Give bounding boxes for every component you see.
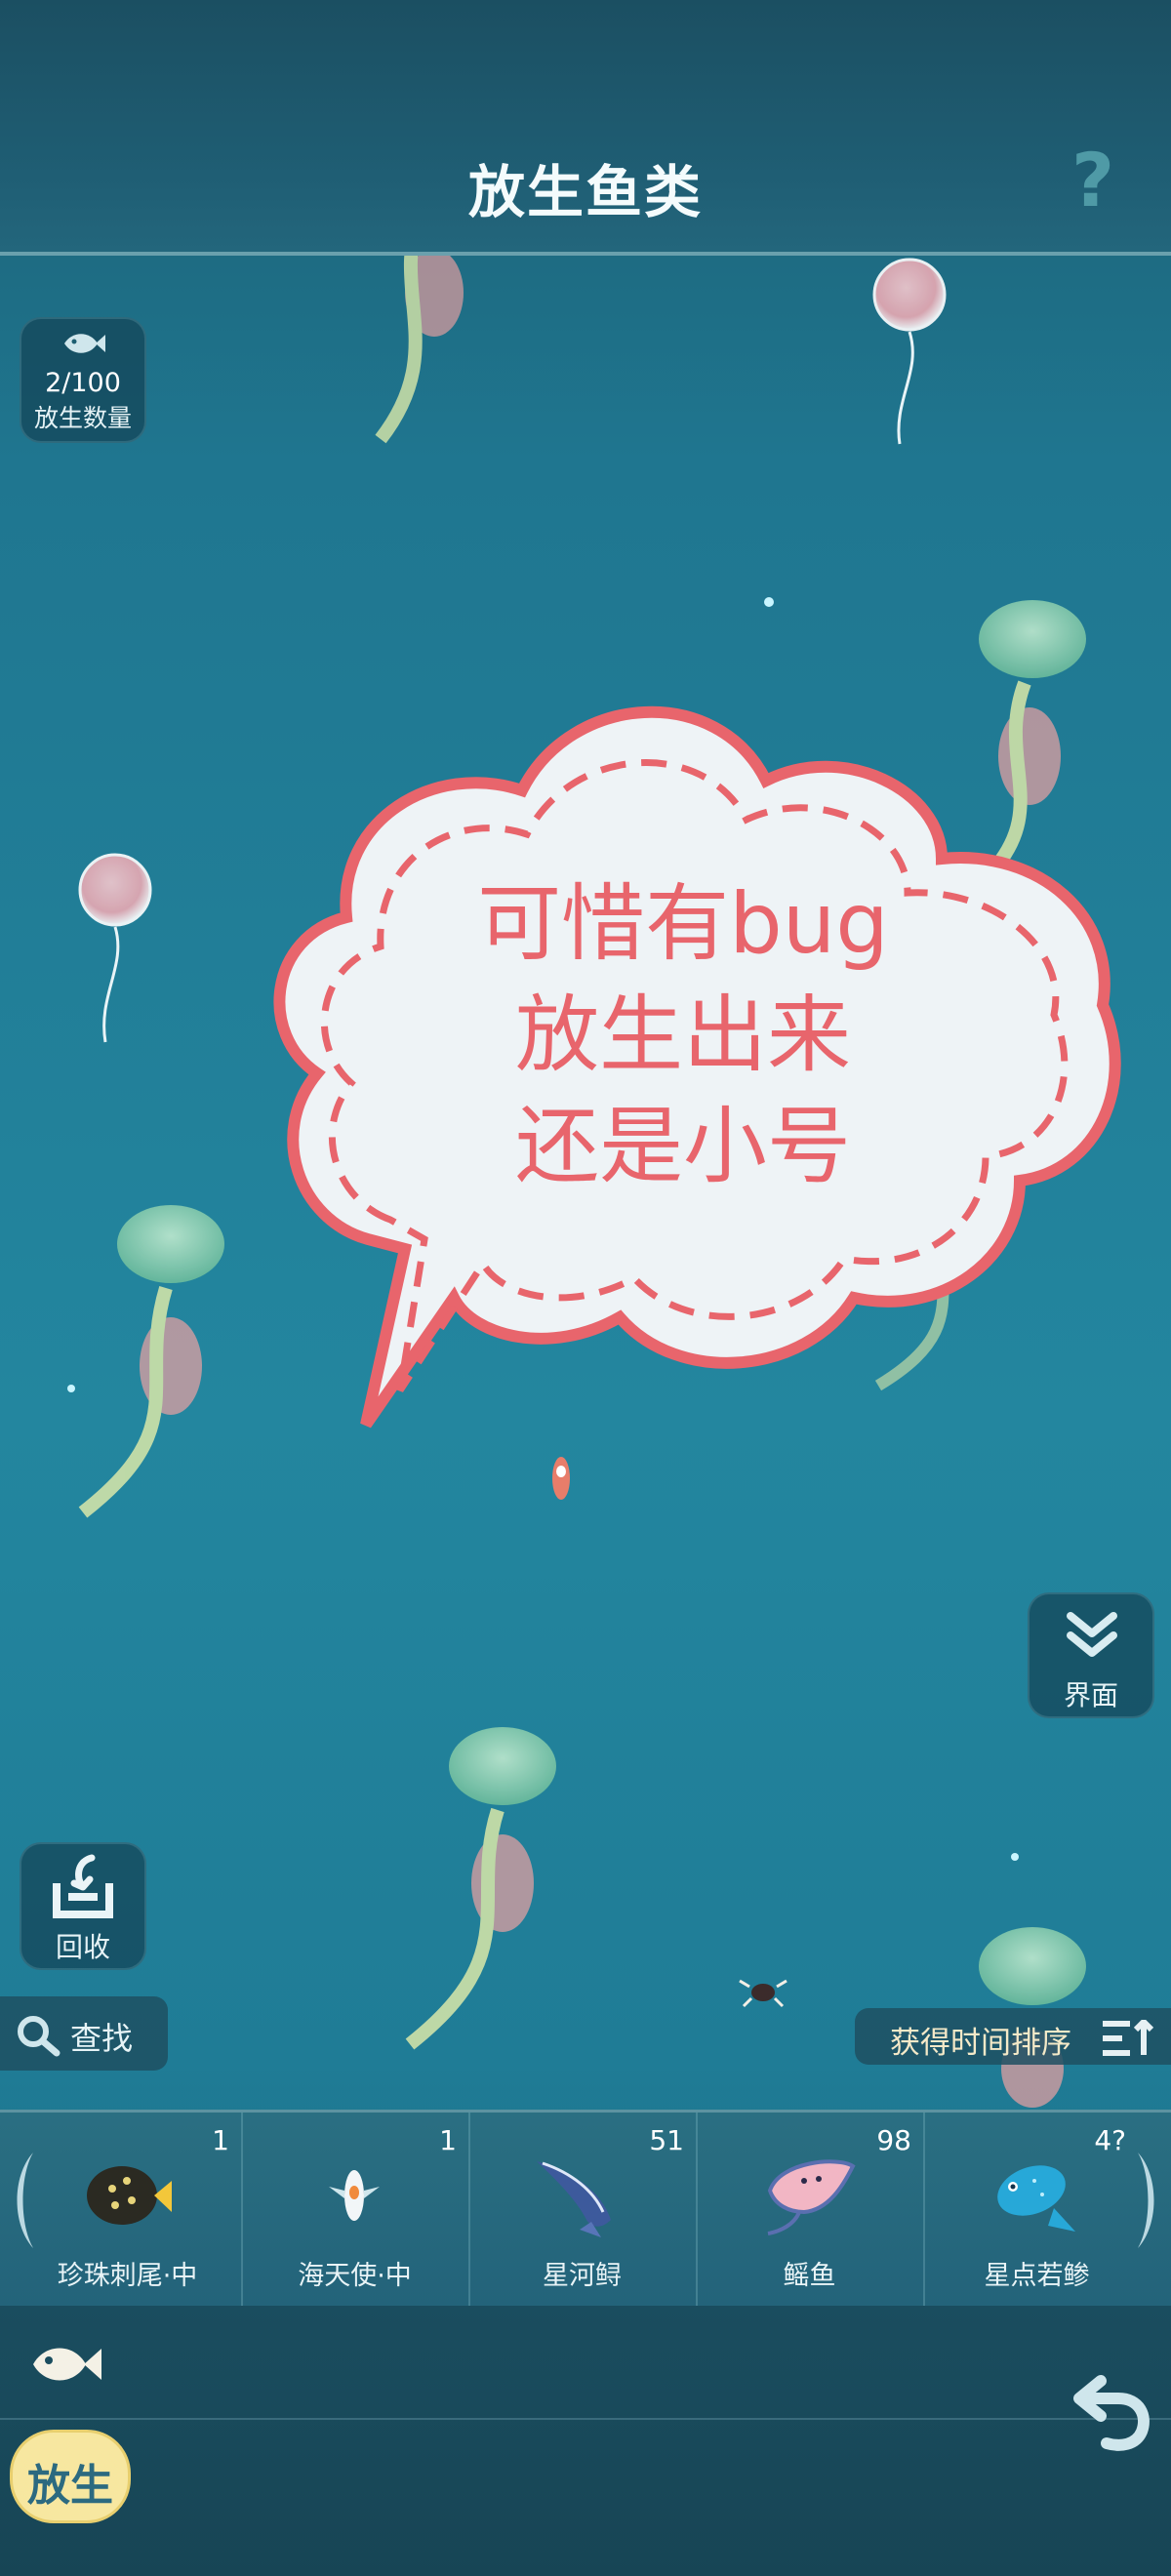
sort-icon — [1103, 2020, 1154, 2056]
fish-card[interactable]: 4? 星点若鲹 — [923, 2113, 1138, 2306]
sort-label: 获得时间排序 — [890, 2026, 1071, 2061]
speech-line: 放生出来 — [515, 986, 851, 1084]
search-button[interactable]: 查找 — [0, 1996, 168, 2071]
fish-list-strip: 1 珍珠刺尾·中 1 海天使·中 51 星河鲟 98 鳐鱼 4? 星点若鲹 — [0, 2110, 1171, 2309]
fish-name: 珍珠刺尾·中 — [57, 2261, 198, 2291]
jellyfish-decoration — [78, 1205, 224, 1518]
speech-line: 还是小号 — [515, 1098, 851, 1195]
help-button[interactable]: ? — [1059, 141, 1127, 220]
fish-count: 1 — [439, 2124, 457, 2156]
fish-icon — [64, 334, 105, 353]
search-label: 查找 — [70, 2020, 134, 2057]
release-mode-button[interactable]: 放生 — [10, 2430, 131, 2523]
release-count-panel: 2/100 放生数量 — [20, 317, 146, 443]
fish-count: 4? — [1094, 2124, 1126, 2156]
spotted-trevally-icon — [997, 2165, 1075, 2232]
pearl-surgeonfish-icon — [87, 2166, 172, 2225]
sort-button[interactable]: 获得时间排序 — [855, 2008, 1171, 2065]
scroll-left-arrow-icon[interactable] — [2, 2147, 39, 2254]
recycle-tray-icon — [53, 1854, 113, 1918]
fish-card[interactable]: 51 星河鲟 — [468, 2113, 698, 2306]
fish-count: 51 — [649, 2124, 684, 2156]
fish-card[interactable]: 1 海天使·中 — [241, 2113, 470, 2306]
fish-icon[interactable] — [27, 2337, 105, 2392]
release-count-value: 2/100 — [45, 368, 121, 398]
small-crab-decoration — [739, 1979, 787, 2008]
fish-name: 鳐鱼 — [783, 2261, 836, 2291]
small-fish-decoration — [552, 1457, 570, 1500]
recycle-button[interactable]: 回收 — [20, 1842, 146, 1970]
bottom-bar — [0, 2306, 1171, 2576]
bubble-orb-decoration — [872, 258, 947, 445]
jellyfish-decoration — [405, 1727, 556, 2050]
fish-card[interactable]: 1 珍珠刺尾·中 — [14, 2113, 243, 2306]
double-chevron-down-icon — [1067, 1612, 1117, 1657]
fish-name: 星点若鲹 — [984, 2261, 1090, 2291]
release-mode-label: 放生 — [27, 2461, 113, 2511]
bottom-divider — [0, 2418, 1171, 2420]
fish-name: 海天使·中 — [298, 2261, 412, 2291]
release-count-label: 放生数量 — [33, 404, 132, 432]
speech-line: 可惜有bug — [477, 875, 889, 973]
ui-toggle-button[interactable]: 界面 — [1028, 1592, 1154, 1718]
recycle-label: 回收 — [55, 1931, 110, 1963]
sea-angel-icon — [329, 2170, 380, 2221]
sturgeon-icon — [537, 2161, 611, 2237]
scroll-right-arrow-icon[interactable] — [1132, 2147, 1169, 2254]
back-arrow-icon[interactable] — [1071, 2361, 1153, 2455]
search-icon — [18, 2016, 61, 2057]
page-title: 放生鱼类 — [467, 159, 703, 225]
fish-card[interactable]: 98 鳐鱼 — [696, 2113, 925, 2306]
ui-toggle-label: 界面 — [1063, 1679, 1118, 1711]
bubble-orb-decoration — [78, 853, 152, 1043]
fish-count: 1 — [212, 2124, 229, 2156]
stingray-icon — [767, 2159, 856, 2235]
speech-bubble-text: 可惜有bug 放生出来 还是小号 — [390, 868, 976, 1202]
fish-name: 星河鲟 — [543, 2261, 622, 2291]
fish-count: 98 — [876, 2124, 911, 2156]
